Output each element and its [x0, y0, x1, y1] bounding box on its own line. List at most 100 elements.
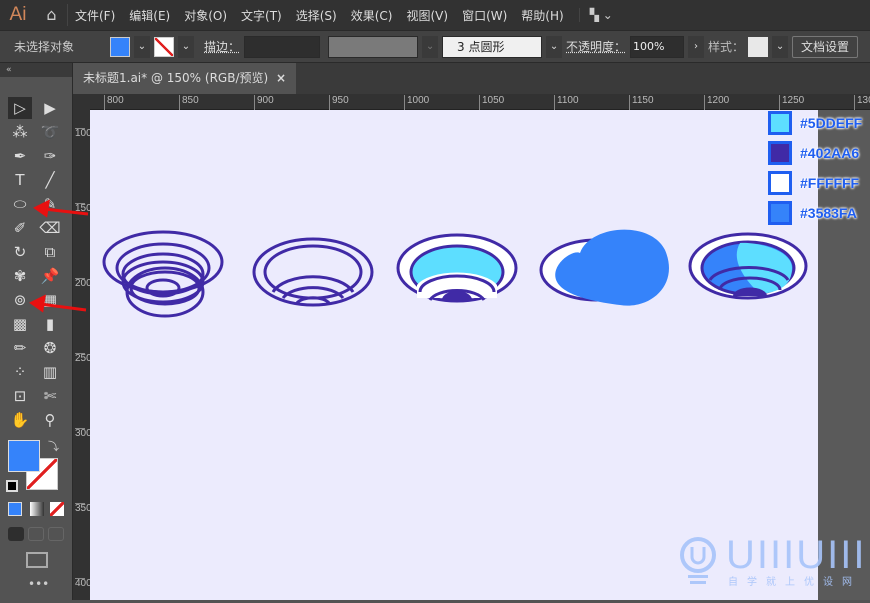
vertical-ruler[interactable]: 100 150 200 250 300 350 400 [73, 94, 92, 600]
ruler-label: 850 [179, 95, 199, 110]
fill-swatch[interactable] [110, 36, 130, 57]
ruler-label: 950 [329, 95, 349, 110]
draw-behind-button[interactable] [28, 527, 44, 541]
default-colors-icon[interactable] [6, 480, 18, 492]
none-mode-button[interactable] [50, 502, 64, 516]
menu-edit[interactable]: 编辑(E) [122, 7, 177, 24]
document-tab[interactable]: 未标题1.ai* @ 150% (RGB/预览) × [74, 63, 296, 94]
close-icon[interactable]: × [276, 63, 286, 94]
menu-type[interactable]: 文字(T) [234, 7, 289, 24]
more-tools-icon[interactable]: ••• [28, 578, 49, 592]
style-label: 样式： [708, 40, 745, 54]
ruler-label: 300 [75, 428, 92, 439]
control-bar: 未选择对象 ⌄ ⌄ 描边： ⌄ 3 点圆形 ⌄ 不透明度： 100% › 样式：… [0, 30, 870, 63]
chevron-down-icon[interactable]: ⌄ [772, 35, 789, 58]
curvature-tool-icon[interactable]: ✑ [38, 145, 62, 167]
hole-final-5 [688, 232, 808, 300]
ruler-label: 1200 [704, 95, 729, 110]
menu-file[interactable]: 文件(F) [68, 7, 122, 24]
hole-colored-3 [396, 233, 518, 303]
paintbrush-tool-icon[interactable]: ✎ [38, 193, 62, 215]
menu-object[interactable]: 对象(O) [177, 7, 234, 24]
draw-inside-button[interactable] [48, 527, 64, 541]
chevron-down-icon[interactable]: ⌄ [134, 35, 150, 58]
shaper-tool-icon[interactable]: ✐ [8, 217, 32, 239]
slice-tool-icon[interactable]: ✄ [38, 385, 62, 407]
artboard[interactable]: #5DDEFF #402AA6 #FFFFFF #3583FA UIIIUIII 自学… [90, 110, 864, 600]
home-icon[interactable]: ⌂ [36, 4, 68, 26]
menu-help[interactable]: 帮助(H) [514, 7, 570, 24]
scale-tool-icon[interactable]: ⧉ [38, 241, 62, 263]
hand-tool-icon[interactable]: ✋ [8, 409, 32, 431]
fill-color-box[interactable] [8, 440, 40, 472]
stroke-label[interactable]: 描边： [204, 38, 240, 55]
ruler-label: 1150 [629, 95, 654, 110]
canvas[interactable]: #5DDEFF #402AA6 #FFFFFF #3583FA UIIIUIII 自学… [90, 110, 870, 600]
line-tool-icon[interactable]: ╱ [38, 169, 62, 191]
ruler-label: 1300 [854, 95, 870, 110]
ruler-label: 250 [75, 353, 92, 364]
eyedropper-tool-icon[interactable]: ✏ [8, 337, 32, 359]
color-swatch: #5DDEFF [768, 111, 862, 135]
blend-tool-icon[interactable]: ❂ [38, 337, 62, 359]
menu-view[interactable]: 视图(V) [399, 7, 455, 24]
workspace-switcher-icon[interactable]: ▚ ⌄ [578, 8, 613, 22]
zoom-tool-icon[interactable]: ⚲ [38, 409, 62, 431]
ai-logo: Ai [9, 4, 27, 25]
chevron-down-icon[interactable]: ⌄ [422, 35, 439, 58]
ruler-label: 350 [75, 503, 92, 514]
puppet-warp-tool-icon[interactable]: ✾ [8, 265, 32, 287]
menu-window[interactable]: 窗口(W) [455, 7, 514, 24]
change-screen-mode-icon[interactable] [26, 552, 48, 568]
draw-normal-button[interactable] [8, 527, 24, 541]
graph-tool-icon[interactable]: ▥ [38, 361, 62, 383]
type-tool-icon[interactable]: T [8, 169, 32, 191]
ellipse-tool-icon[interactable]: ⬭ [8, 193, 32, 215]
stroke-weight-input[interactable] [244, 35, 321, 58]
lasso-tool-icon[interactable]: ➰ [38, 121, 62, 143]
mesh-tool-icon[interactable]: ▩ [8, 313, 32, 335]
gradient-tool-icon[interactable]: ▮ [38, 313, 62, 335]
brush-definition[interactable]: 3 点圆形 [442, 35, 543, 58]
horizontal-ruler[interactable]: 800 850 900 950 1000 1050 1100 1150 1200 1250 1300 [90, 94, 870, 110]
stroke-swatch[interactable] [154, 36, 174, 57]
chevron-right-icon[interactable]: › [688, 35, 705, 58]
ruler-label: 1100 [554, 95, 579, 110]
eraser-tool-icon[interactable]: ⌫ [38, 217, 62, 239]
magic-wand-tool-icon[interactable]: ⁂ [8, 121, 32, 143]
direct-selection-tool-icon[interactable]: ▶ [38, 97, 62, 119]
swatch-hex: #5DDEFF [800, 115, 863, 131]
gradient-mode-button[interactable] [30, 502, 44, 516]
collapse-icon[interactable]: « [0, 63, 72, 77]
color-swatch: #3583FA [768, 201, 857, 225]
menu-effect[interactable]: 效果(C) [344, 7, 400, 24]
rotate-tool-icon[interactable]: ↻ [8, 241, 32, 263]
ruler-label: 200 [75, 278, 92, 289]
hole-with-blob-4 [539, 229, 669, 306]
opacity-input[interactable]: 100% [630, 35, 685, 58]
pen-tool-icon[interactable]: ✒ [8, 145, 32, 167]
color-swatch: #402AA6 [768, 141, 859, 165]
artwork [102, 229, 808, 318]
document-setup-button[interactable]: 文档设置 [792, 35, 859, 58]
swatch-box [768, 201, 792, 225]
variable-width-profile[interactable] [328, 35, 419, 58]
symbol-sprayer-tool-icon[interactable]: ⁘ [8, 361, 32, 383]
document-tab-bar: 未标题1.ai* @ 150% (RGB/预览) × [74, 63, 870, 94]
artboard-tool-icon[interactable]: ⊡ [8, 385, 32, 407]
chevron-down-icon[interactable]: ⌄ [178, 35, 194, 58]
chevron-down-icon[interactable]: ⌄ [546, 35, 563, 58]
ruler-label: 1050 [479, 95, 504, 110]
swatch-hex: #FFFFFF [800, 175, 860, 191]
perspective-grid-tool-icon[interactable]: ▦ [38, 289, 62, 311]
color-mode-button[interactable] [8, 502, 22, 516]
style-swatch[interactable] [748, 36, 769, 57]
swap-colors-icon[interactable]: ⤵ [48, 438, 62, 453]
menu-select[interactable]: 选择(S) [289, 7, 344, 24]
opacity-label[interactable]: 不透明度： [566, 38, 626, 55]
swatch-hex: #402AA6 [800, 145, 860, 161]
shape-builder-tool-icon[interactable]: ⊚ [8, 289, 32, 311]
selection-tool-icon[interactable]: ▷ [8, 97, 32, 119]
pin-tool-icon[interactable]: 📌 [38, 265, 62, 287]
selection-status: 未选择对象 [14, 40, 75, 54]
